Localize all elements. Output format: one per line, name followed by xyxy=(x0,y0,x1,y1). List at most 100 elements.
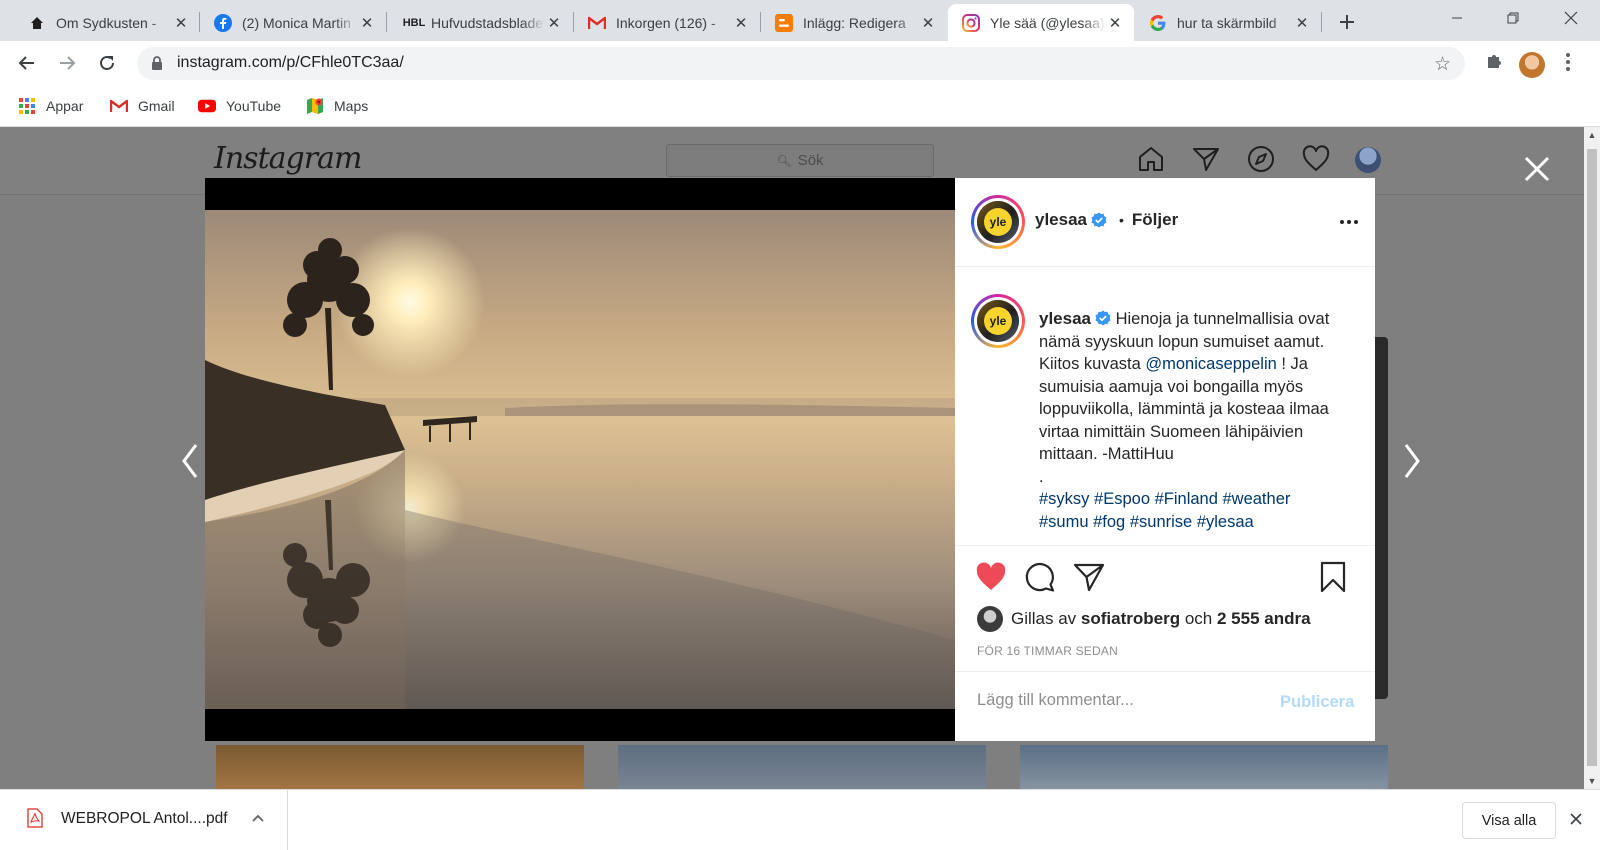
tab-gmail[interactable]: Inkorgen (126) - ✕ xyxy=(574,4,760,41)
bookmark-star-icon[interactable]: ☆ xyxy=(1434,53,1451,76)
search-placeholder: Sök xyxy=(797,152,824,169)
close-tab-icon[interactable]: ✕ xyxy=(732,14,750,32)
likes-count-button[interactable]: 2 555 andra xyxy=(1217,609,1311,629)
download-item[interactable]: WEBROPOL Antol....pdf xyxy=(0,790,288,850)
minimize-button[interactable] xyxy=(1434,0,1480,36)
next-post-arrow-icon[interactable] xyxy=(1400,441,1424,481)
restore-button[interactable] xyxy=(1490,0,1536,36)
liker-avatar[interactable] xyxy=(977,606,1003,632)
close-tab-icon[interactable]: ✕ xyxy=(1106,14,1124,32)
caption-author-avatar[interactable]: yle xyxy=(971,294,1025,348)
bookmark-apps[interactable]: Appar xyxy=(18,96,83,116)
verified-badge-icon xyxy=(1095,310,1111,326)
close-window-button[interactable] xyxy=(1548,0,1594,36)
gmail-icon xyxy=(588,14,606,32)
tab-blogger[interactable]: Inlägg: Redigera ✕ xyxy=(761,4,947,41)
caption-username[interactable]: ylesaa xyxy=(1039,309,1091,328)
bookmark-youtube[interactable]: YouTube xyxy=(198,96,281,116)
hashtag-link[interactable]: #weather xyxy=(1222,490,1290,508)
reload-button[interactable] xyxy=(92,48,122,78)
tab-facebook[interactable]: (2) Monica Martin ✕ xyxy=(200,4,386,41)
comment-divider xyxy=(955,671,1375,672)
close-modal-icon[interactable] xyxy=(1522,154,1552,184)
direct-message-icon[interactable] xyxy=(1192,145,1220,173)
tab-strip: Om Sydkusten - ✕ (2) Monica Martin ✕ HBL… xyxy=(0,0,1600,41)
tab-om-sydkusten[interactable]: Om Sydkusten - ✕ xyxy=(14,4,200,41)
forward-button[interactable] xyxy=(52,48,82,78)
scroll-up-icon[interactable]: ▲ xyxy=(1584,127,1600,143)
like-heart-icon[interactable] xyxy=(975,561,1007,593)
post-author-username[interactable]: ylesaa xyxy=(1035,210,1087,230)
blogger-icon xyxy=(775,13,793,32)
explore-compass-icon[interactable] xyxy=(1247,145,1275,173)
likes-joiner: och xyxy=(1184,609,1213,628)
hashtag-link[interactable]: #sunrise xyxy=(1130,513,1192,531)
liker-username[interactable]: sofiatroberg xyxy=(1081,609,1180,629)
post-footer: Gillas av sofiatroberg och 2 555 andra F… xyxy=(955,545,1375,741)
profile-avatar[interactable] xyxy=(1519,52,1545,78)
close-tab-icon[interactable]: ✕ xyxy=(919,14,937,32)
bookmark-label: Appar xyxy=(46,98,84,114)
download-file-name: WEBROPOL Antol....pdf xyxy=(61,810,228,827)
publish-comment-button[interactable]: Publicera xyxy=(1280,693,1354,712)
background-thumbnail[interactable] xyxy=(1020,745,1388,789)
close-tab-icon[interactable]: ✕ xyxy=(358,14,376,32)
browser-toolbar: instagram.com/p/CFhle0TC3aa/ ☆ xyxy=(0,41,1600,86)
more-options-icon[interactable] xyxy=(1340,220,1358,224)
close-tab-icon[interactable]: ✕ xyxy=(172,14,190,32)
caption-dot: . xyxy=(1039,467,1044,486)
new-tab-button[interactable] xyxy=(1333,8,1361,36)
browser-menu-icon[interactable] xyxy=(1565,53,1571,71)
instagram-search-input[interactable]: 🔍︎ Sök xyxy=(666,144,934,177)
footer-divider xyxy=(955,545,1375,546)
tab-google[interactable]: hur ta skärmbild ✕ xyxy=(1135,4,1321,41)
following-button[interactable]: Följer xyxy=(1132,210,1178,230)
post-timestamp[interactable]: FÖR 16 TIMMAR SEDAN xyxy=(977,644,1118,658)
add-comment-input[interactable] xyxy=(977,691,1267,710)
post-author-row: ylesaa • Följer xyxy=(1035,210,1178,230)
previous-post-arrow-icon[interactable] xyxy=(178,441,202,481)
page-scrollbar[interactable]: ▲ ▼ xyxy=(1584,127,1600,789)
activity-heart-icon[interactable] xyxy=(1302,145,1330,173)
close-tab-icon[interactable]: ✕ xyxy=(1293,14,1311,32)
facebook-icon xyxy=(214,13,232,32)
tab-title: Inkorgen (126) - xyxy=(616,14,716,31)
background-thumbnail[interactable] xyxy=(216,745,584,789)
show-all-downloads-button[interactable]: Visa alla xyxy=(1462,802,1556,839)
post-author-avatar[interactable]: yle xyxy=(971,195,1025,249)
tab-instagram-active[interactable]: Yle sää (@ylesaa) ✕ xyxy=(948,4,1134,41)
scrollbar-thumb[interactable] xyxy=(1587,149,1597,766)
hashtag-link[interactable]: #Finland xyxy=(1155,490,1218,508)
hashtag-link[interactable]: #syksy xyxy=(1039,490,1089,508)
comment-bubble-icon[interactable] xyxy=(1024,561,1056,593)
address-bar[interactable]: instagram.com/p/CFhle0TC3aa/ ☆ xyxy=(137,47,1465,80)
back-button[interactable] xyxy=(12,48,42,78)
tab-title: Inlägg: Redigera xyxy=(803,14,906,31)
close-tab-icon[interactable]: ✕ xyxy=(545,14,563,32)
home-icon[interactable] xyxy=(1137,145,1165,173)
extensions-puzzle-icon[interactable] xyxy=(1484,51,1504,71)
instagram-icon xyxy=(962,13,980,32)
tab-title: Hufvudstadsbladet xyxy=(431,14,545,31)
arrow-left-icon xyxy=(18,56,34,70)
chevron-up-icon[interactable] xyxy=(252,814,264,822)
background-thumbnail[interactable] xyxy=(618,745,986,789)
share-paper-plane-icon[interactable] xyxy=(1073,561,1105,593)
plus-icon xyxy=(1340,15,1354,29)
instagram-profile-avatar[interactable] xyxy=(1355,147,1381,173)
instagram-logo[interactable]: Instagram xyxy=(214,141,362,176)
close-icon xyxy=(1564,11,1578,25)
save-bookmark-icon[interactable] xyxy=(1317,561,1349,593)
caption-mention-link[interactable]: @monicaseppelin xyxy=(1145,355,1276,373)
hashtag-link[interactable]: #ylesaa xyxy=(1197,513,1254,531)
tab-hbl[interactable]: HBL Hufvudstadsbladet ✕ xyxy=(387,4,573,41)
bookmark-maps[interactable]: Maps xyxy=(306,96,368,116)
post-photo[interactable] xyxy=(205,210,955,709)
post-caption: ylesaa Hienoja ja tunnelmallisia ovat nä… xyxy=(1039,308,1339,533)
scroll-down-icon[interactable]: ▼ xyxy=(1584,773,1600,789)
hashtag-link[interactable]: #sumu xyxy=(1039,513,1089,531)
hashtag-link[interactable]: #fog xyxy=(1093,513,1125,531)
hashtag-link[interactable]: #Espoo xyxy=(1094,490,1150,508)
bookmark-gmail[interactable]: Gmail xyxy=(110,96,175,116)
close-download-bar-icon[interactable] xyxy=(1570,813,1582,825)
